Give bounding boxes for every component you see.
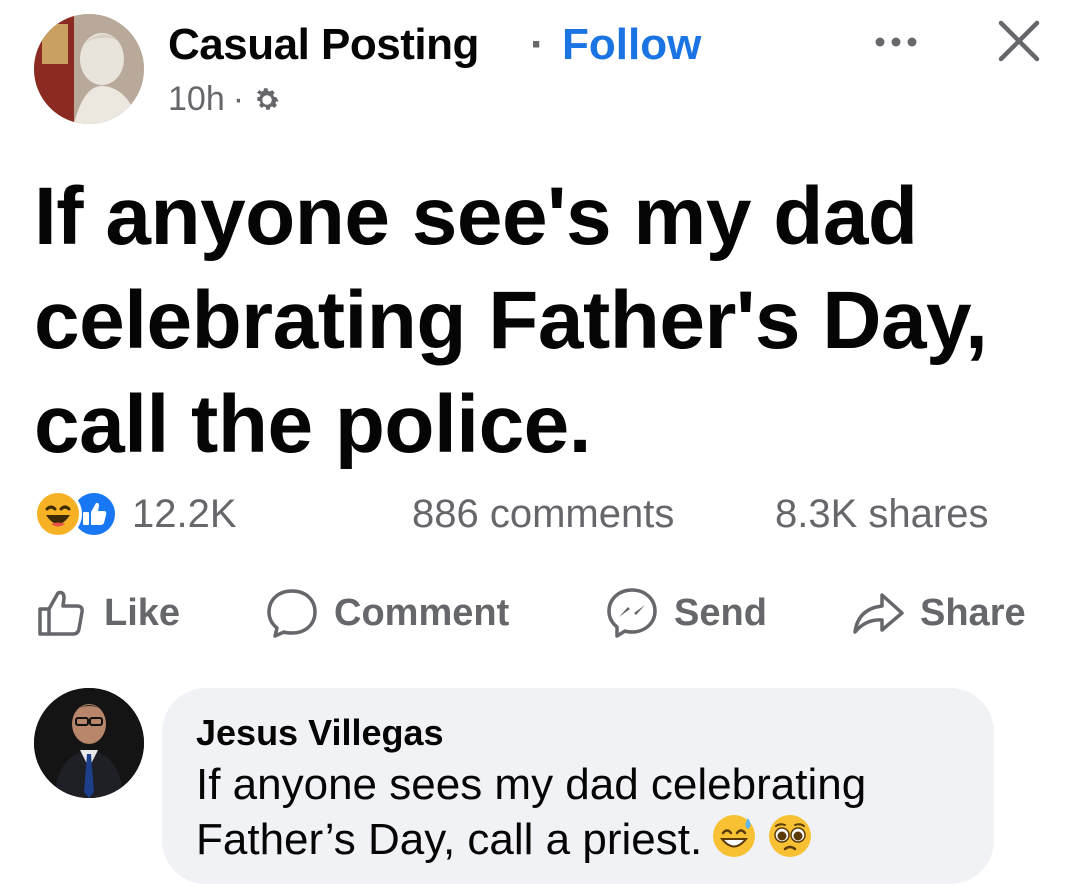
post-stats: 12.2K 886 comments 8.3K shares — [0, 480, 1080, 550]
name-separator: · — [530, 20, 545, 69]
comment-author[interactable]: Jesus Villegas — [196, 712, 960, 754]
pleading-face-emoji — [769, 815, 812, 857]
comment-item: Jesus Villegas If anyone sees my dad cel… — [0, 686, 1080, 886]
reactions-summary[interactable]: 12.2K — [34, 490, 237, 538]
gear-icon[interactable] — [252, 85, 282, 115]
comment-button[interactable]: Comment — [264, 578, 509, 648]
post-time[interactable]: 10h — [168, 80, 225, 119]
comment-bubble: Jesus Villegas If anyone sees my dad cel… — [162, 688, 994, 884]
more-options-icon[interactable] — [870, 22, 922, 62]
page-avatar[interactable] — [34, 14, 144, 124]
like-label: Like — [104, 591, 181, 634]
share-button[interactable]: Share — [850, 578, 1026, 648]
shares-count[interactable]: 8.3K shares — [775, 492, 988, 537]
reactions-count: 12.2K — [132, 491, 237, 536]
comment-label: Comment — [334, 591, 510, 634]
follow-button[interactable]: Follow — [562, 20, 701, 70]
like-button[interactable]: Like — [34, 578, 180, 648]
time-separator: · — [232, 80, 245, 118]
post-text: If anyone see's my dad celebrating Fathe… — [34, 171, 988, 470]
commenter-avatar[interactable] — [34, 688, 144, 798]
post-header: Casual Posting · Follow 10h · — [0, 0, 1080, 140]
close-icon[interactable] — [994, 16, 1044, 66]
send-label: Send — [674, 591, 767, 634]
share-icon — [853, 593, 904, 634]
sweat-smile-emoji — [713, 815, 756, 857]
like-outline-icon — [38, 590, 84, 636]
share-label: Share — [920, 591, 1026, 634]
post-actions: Like Comment Send Share — [0, 578, 1080, 648]
send-button[interactable]: Send — [604, 578, 767, 648]
messenger-icon — [607, 588, 657, 638]
comment-icon — [267, 589, 317, 638]
comments-count[interactable]: 886 comments — [412, 492, 674, 537]
post-meta: 10h · — [168, 80, 282, 119]
haha-icon — [34, 490, 82, 538]
comment-text-wrap: If anyone sees my dad celebrating Father… — [196, 758, 960, 867]
page-name[interactable]: Casual Posting — [168, 20, 479, 70]
